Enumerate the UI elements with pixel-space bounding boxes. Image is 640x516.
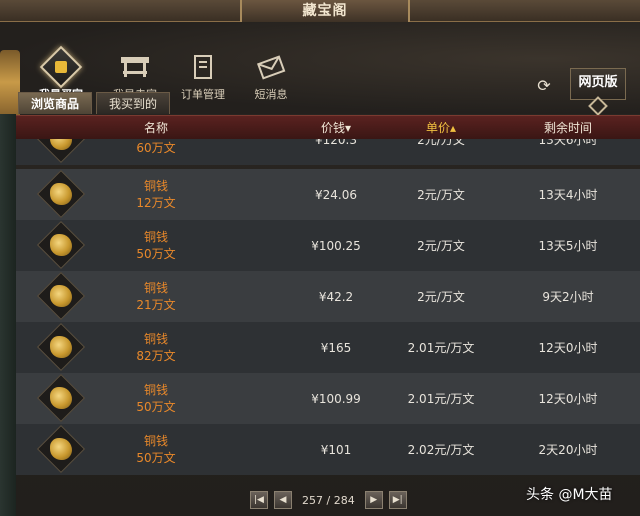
table-row[interactable]: 铜钱 50万文 ¥101 2.02元/万文 2天20小时 — [16, 424, 640, 475]
copper-coin-icon — [36, 139, 86, 164]
envelope-icon — [252, 52, 290, 82]
tab-purchased[interactable]: 我买到的 — [96, 92, 171, 114]
time-left-cell: 13天5小时 — [538, 239, 598, 253]
col-name-header: 名称 — [143, 121, 168, 135]
window-title: 藏宝阁 — [240, 0, 410, 22]
item-name-cell: 铜钱 50万文 — [106, 220, 206, 271]
current-page: 257 — [302, 493, 323, 507]
item-name-cell: 铜钱 21万文 — [106, 271, 206, 322]
left-edge-decoration — [0, 114, 16, 516]
item-name: 铜钱 — [143, 433, 168, 448]
stall-icon — [116, 52, 154, 82]
last-page-button[interactable]: ▶| — [388, 491, 407, 509]
app-window: 藏宝阁 我是买家 我是卖家 — [0, 0, 640, 516]
table-row[interactable]: 铜钱 50万文 ¥100.99 2.01元/万文 12天0小时 — [16, 373, 640, 424]
col-price-label: 价钱 — [320, 121, 345, 135]
nav-messages[interactable]: 短消息 — [236, 52, 306, 108]
col-price-header[interactable]: 价钱▾ — [286, 116, 386, 140]
nav-orders-label: 订单管理 — [181, 88, 225, 101]
table-row[interactable]: 铜钱 82万文 ¥165 2.01元/万文 12天0小时 — [16, 322, 640, 373]
table-row[interactable]: 铜钱 21万文 ¥42.2 2元/万文 9天2小时 — [16, 271, 640, 322]
total-pages: 284 — [333, 493, 355, 507]
tab-browse[interactable]: 浏览商品 — [18, 92, 93, 114]
table-row[interactable]: 铜钱 50万文 ¥100.25 2元/万文 13天5小时 — [16, 220, 640, 271]
sort-desc-icon: ▾ — [344, 121, 352, 135]
col-unit-label: 单价 — [425, 121, 450, 135]
time-left-cell: 12天0小时 — [538, 341, 598, 355]
item-name-cell: 铜钱 50万文 — [106, 424, 206, 475]
page-indicator: 257 / 284 — [302, 494, 355, 507]
coin-icon — [39, 45, 83, 89]
unit-price-cell: 2元/万文 — [417, 290, 465, 304]
col-unit-header[interactable]: 单价▴ — [386, 116, 496, 140]
price-cell: ¥42.2 — [318, 289, 354, 304]
item-name-cell: 铜钱 82万文 — [106, 322, 206, 373]
time-left-cell: 13天4小时 — [538, 188, 598, 202]
chevron-down-icon — [588, 96, 608, 116]
unit-price-cell: 2元/万文 — [417, 239, 465, 253]
table-row[interactable]: 铜钱 60万文 ¥120.3 2元/万文 13天6小时 — [16, 139, 640, 165]
item-amount: 60万文 — [136, 140, 176, 155]
price-cell: ¥120.3 — [315, 139, 357, 147]
time-left-cell: 2天20小时 — [538, 443, 598, 457]
unit-price-cell: 2元/万文 — [417, 139, 465, 147]
next-page-button[interactable]: ▶ — [364, 491, 383, 509]
time-left-cell: 13天6小时 — [538, 139, 598, 147]
table-row[interactable]: 铜钱 12万文 ¥24.06 2元/万文 13天4小时 — [16, 169, 640, 220]
time-left-cell: 9天2小时 — [542, 290, 594, 304]
unit-price-cell: 2元/万文 — [417, 188, 465, 202]
item-amount: 82万文 — [136, 348, 176, 363]
title-bar: 藏宝阁 — [0, 0, 640, 22]
table-body: 铜钱 60万文 ¥120.3 2元/万文 13天6小时 铜钱 12万文 ¥24.… — [16, 139, 640, 479]
page-separator: / — [326, 493, 331, 507]
copper-coin-icon — [36, 322, 86, 372]
item-name-cell: 铜钱 12万文 — [106, 169, 206, 220]
copper-coin-icon — [36, 169, 86, 219]
tab-bar: 浏览商品 我买到的 — [18, 92, 174, 114]
col-time-header: 剩余时间 — [543, 121, 592, 135]
unit-price-cell: 2.02元/万文 — [407, 443, 475, 457]
prev-page-button[interactable]: ◀ — [274, 491, 292, 509]
price-cell: ¥24.06 — [315, 187, 357, 202]
copper-coin-icon — [36, 220, 86, 270]
sort-asc-icon: ▴ — [449, 121, 457, 135]
copper-coin-icon — [36, 424, 86, 474]
item-amount: 12万文 — [136, 195, 176, 210]
first-page-button[interactable]: |◀ — [250, 491, 268, 509]
item-amount: 50万文 — [136, 399, 176, 414]
price-cell: ¥100.99 — [311, 391, 361, 406]
item-name-cell: 铜钱 50万文 — [106, 373, 206, 424]
item-name: 铜钱 — [143, 280, 168, 295]
item-name: 铜钱 — [143, 382, 168, 397]
item-name: 铜钱 — [143, 229, 168, 244]
time-left-cell: 12天0小时 — [538, 392, 598, 406]
nav-messages-label: 短消息 — [254, 88, 288, 101]
price-cell: ¥100.25 — [311, 238, 361, 253]
pagination: |◀ ◀ 257 / 284 ▶ ▶| — [250, 490, 413, 510]
item-amount: 50万文 — [136, 450, 176, 465]
unit-price-cell: 2.01元/万文 — [407, 392, 475, 406]
item-name: 铜钱 — [143, 178, 168, 193]
item-amount: 50万文 — [136, 246, 176, 261]
refresh-icon[interactable]: ⟳ — [534, 76, 554, 96]
unit-price-cell: 2.01元/万文 — [407, 341, 475, 355]
item-amount: 21万文 — [136, 297, 176, 312]
item-name-cell: 铜钱 60万文 — [106, 139, 206, 165]
price-cell: ¥165 — [320, 340, 352, 355]
watermark: 头条 @M大苗 — [526, 487, 613, 503]
price-cell: ¥101 — [320, 442, 352, 457]
copper-coin-icon — [36, 271, 86, 321]
item-name: 铜钱 — [143, 331, 168, 346]
web-version-button[interactable]: 网页版 — [570, 68, 626, 116]
nav-orders[interactable]: 订单管理 — [168, 52, 238, 108]
book-icon — [184, 52, 222, 82]
table-header: 名称 价钱▾ 单价▴ 剩余时间 — [16, 115, 640, 139]
web-version-label: 网页版 — [578, 75, 618, 90]
copper-coin-icon — [36, 373, 86, 423]
